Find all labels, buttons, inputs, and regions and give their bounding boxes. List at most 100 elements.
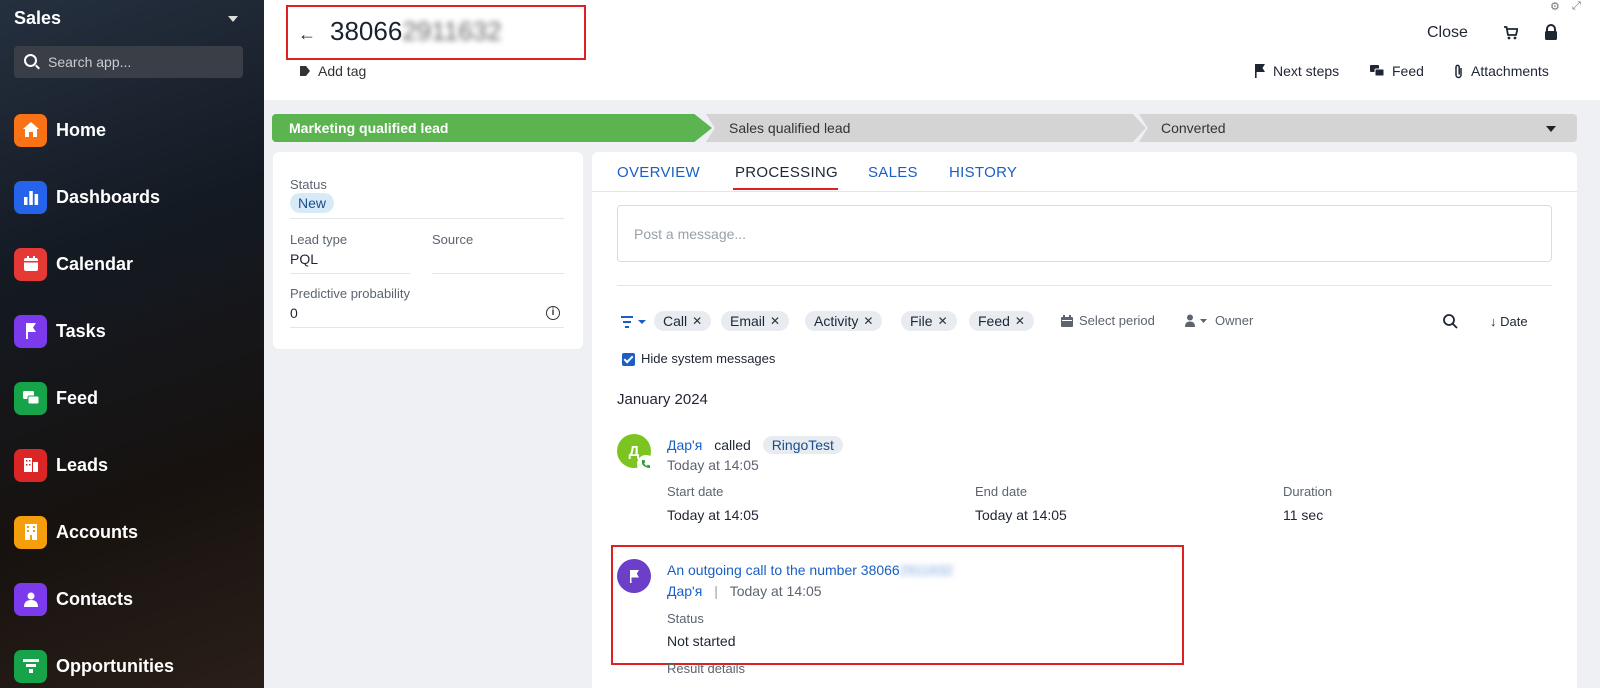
- calendar-icon: [1061, 314, 1073, 327]
- leads-icon: [14, 448, 47, 482]
- building-icon: [14, 515, 47, 549]
- user-link[interactable]: Дар'я: [667, 583, 702, 599]
- tabs-divider: [592, 191, 1577, 192]
- divider: [290, 273, 410, 274]
- owner-filter-button[interactable]: Owner: [1185, 313, 1253, 328]
- add-tag-button[interactable]: Add tag: [300, 63, 366, 79]
- stage-converted[interactable]: Converted: [1139, 114, 1577, 142]
- sidebar-item-contacts[interactable]: Contacts: [14, 582, 133, 616]
- filter-chip-file[interactable]: File ✕: [901, 311, 957, 331]
- funnel-icon: [14, 649, 47, 683]
- hide-system-label[interactable]: Hide system messages: [641, 351, 775, 366]
- probability-value: 0: [290, 305, 298, 321]
- duration-value: 11 sec: [1283, 507, 1324, 523]
- task-title-link[interactable]: An outgoing call to the number 380662911…: [667, 562, 953, 578]
- sidebar-item-calendar[interactable]: Calendar: [14, 247, 133, 281]
- tag-icon: [300, 66, 310, 76]
- flag-icon: [629, 569, 639, 583]
- remove-icon[interactable]: ✕: [863, 314, 873, 328]
- start-date-label: Start date: [667, 484, 724, 499]
- post-message-input[interactable]: [634, 206, 1534, 261]
- sidebar-item-feed[interactable]: Feed: [14, 381, 98, 415]
- start-date-value: Today at 14:05: [667, 507, 759, 523]
- sidebar-item-dashboards[interactable]: Dashboards: [14, 180, 160, 214]
- remove-icon[interactable]: ✕: [1015, 314, 1025, 328]
- person-icon: [1185, 314, 1207, 327]
- app-switcher-chevron-icon[interactable]: [228, 16, 238, 22]
- date-sort-button[interactable]: ↓ Date: [1490, 314, 1528, 329]
- stage-dropdown-chevron-icon[interactable]: [1546, 126, 1556, 132]
- contact-pill[interactable]: RingoTest: [762, 436, 843, 454]
- next-steps-button[interactable]: Next steps: [1254, 63, 1339, 79]
- bar-chart-icon: [14, 180, 47, 214]
- attachments-button[interactable]: Attachments: [1454, 63, 1549, 79]
- lead-type-value[interactable]: PQL: [290, 251, 318, 267]
- search-icon: [24, 54, 37, 67]
- active-tab-indicator: [733, 188, 838, 190]
- filter-chip-email[interactable]: Email ✕: [721, 311, 790, 331]
- filter-chip-feed[interactable]: Feed ✕: [969, 311, 1034, 331]
- home-icon: [14, 113, 47, 147]
- expand-icon[interactable]: ⤢: [1572, 0, 1581, 13]
- filter-icon[interactable]: [621, 315, 647, 333]
- call-time: Today at 14:05: [667, 457, 759, 473]
- chat-icon: [1370, 65, 1385, 77]
- sidebar-item-accounts[interactable]: Accounts: [14, 515, 138, 549]
- sidebar-item-opportunities[interactable]: Opportunities: [14, 649, 174, 683]
- feed-button[interactable]: Feed: [1370, 63, 1424, 79]
- chat-icon: [14, 381, 47, 415]
- timeline-month-heading: January 2024: [617, 391, 708, 408]
- divider: [290, 327, 564, 328]
- sidebar-item-tasks[interactable]: Tasks: [14, 314, 106, 348]
- tab-history[interactable]: HISTORY: [949, 164, 1017, 181]
- arrow-down-icon: ↓: [1490, 314, 1497, 329]
- filter-chip-activity[interactable]: Activity ✕: [805, 311, 883, 331]
- lock-icon[interactable]: [1544, 24, 1558, 45]
- hide-system-checkbox[interactable]: [622, 353, 635, 366]
- page-title: 380662911632: [330, 16, 502, 46]
- task-avatar: [617, 559, 651, 593]
- task-meta: Дар'я | Today at 14:05: [667, 583, 822, 599]
- back-arrow-icon[interactable]: ←: [298, 24, 316, 45]
- blurred-phone-digits: 2911632: [899, 562, 954, 578]
- blurred-phone-digits: 2911632: [402, 16, 502, 46]
- tab-sales[interactable]: SALES: [868, 164, 918, 181]
- end-date-value: Today at 14:05: [975, 507, 1067, 523]
- sidebar: Sales Home Dashboards Calendar Tasks Fee…: [0, 0, 264, 688]
- remove-icon[interactable]: ✕: [692, 314, 702, 328]
- stage-marketing-qualified-lead[interactable]: Marketing qualified lead: [272, 114, 712, 142]
- remove-icon[interactable]: ✕: [938, 314, 948, 328]
- sidebar-item-leads[interactable]: Leads: [14, 448, 108, 482]
- search-icon[interactable]: [1443, 314, 1458, 334]
- app-title[interactable]: Sales: [14, 8, 61, 29]
- select-period-button[interactable]: Select period: [1061, 313, 1155, 328]
- lead-type-label: Lead type: [290, 232, 348, 247]
- info-icon[interactable]: i: [546, 306, 560, 320]
- status-label: Status: [290, 177, 327, 192]
- task-status-value: Not started: [667, 633, 736, 649]
- cart-icon[interactable]: [1504, 26, 1519, 45]
- tab-overview[interactable]: OVERVIEW: [617, 164, 700, 181]
- phone-icon: [637, 455, 655, 473]
- sidebar-item-home[interactable]: Home: [14, 113, 106, 147]
- source-label: Source: [432, 232, 474, 247]
- gear-icon[interactable]: ⚙: [1550, 0, 1560, 13]
- task-status-label: Status: [667, 611, 704, 626]
- app-search[interactable]: [14, 46, 243, 78]
- stage-sales-qualified-lead[interactable]: Sales qualified lead: [706, 114, 1146, 142]
- result-details-label: Result details: [667, 661, 746, 676]
- probability-label: Predictive probability: [290, 286, 410, 301]
- status-badge[interactable]: New: [290, 193, 335, 213]
- duration-label: Duration: [1283, 484, 1333, 499]
- calendar-icon: [14, 247, 47, 281]
- filter-chip-call[interactable]: Call ✕: [654, 311, 712, 331]
- user-link[interactable]: Дар'я: [667, 437, 702, 453]
- app-search-input[interactable]: [48, 46, 238, 78]
- tab-processing[interactable]: PROCESSING: [735, 164, 838, 181]
- post-message-box[interactable]: [617, 205, 1552, 262]
- flag-icon: [1255, 64, 1265, 78]
- end-date-label: End date: [975, 484, 1028, 499]
- close-button[interactable]: Close: [1427, 24, 1468, 42]
- remove-icon[interactable]: ✕: [770, 314, 780, 328]
- person-icon: [14, 582, 47, 616]
